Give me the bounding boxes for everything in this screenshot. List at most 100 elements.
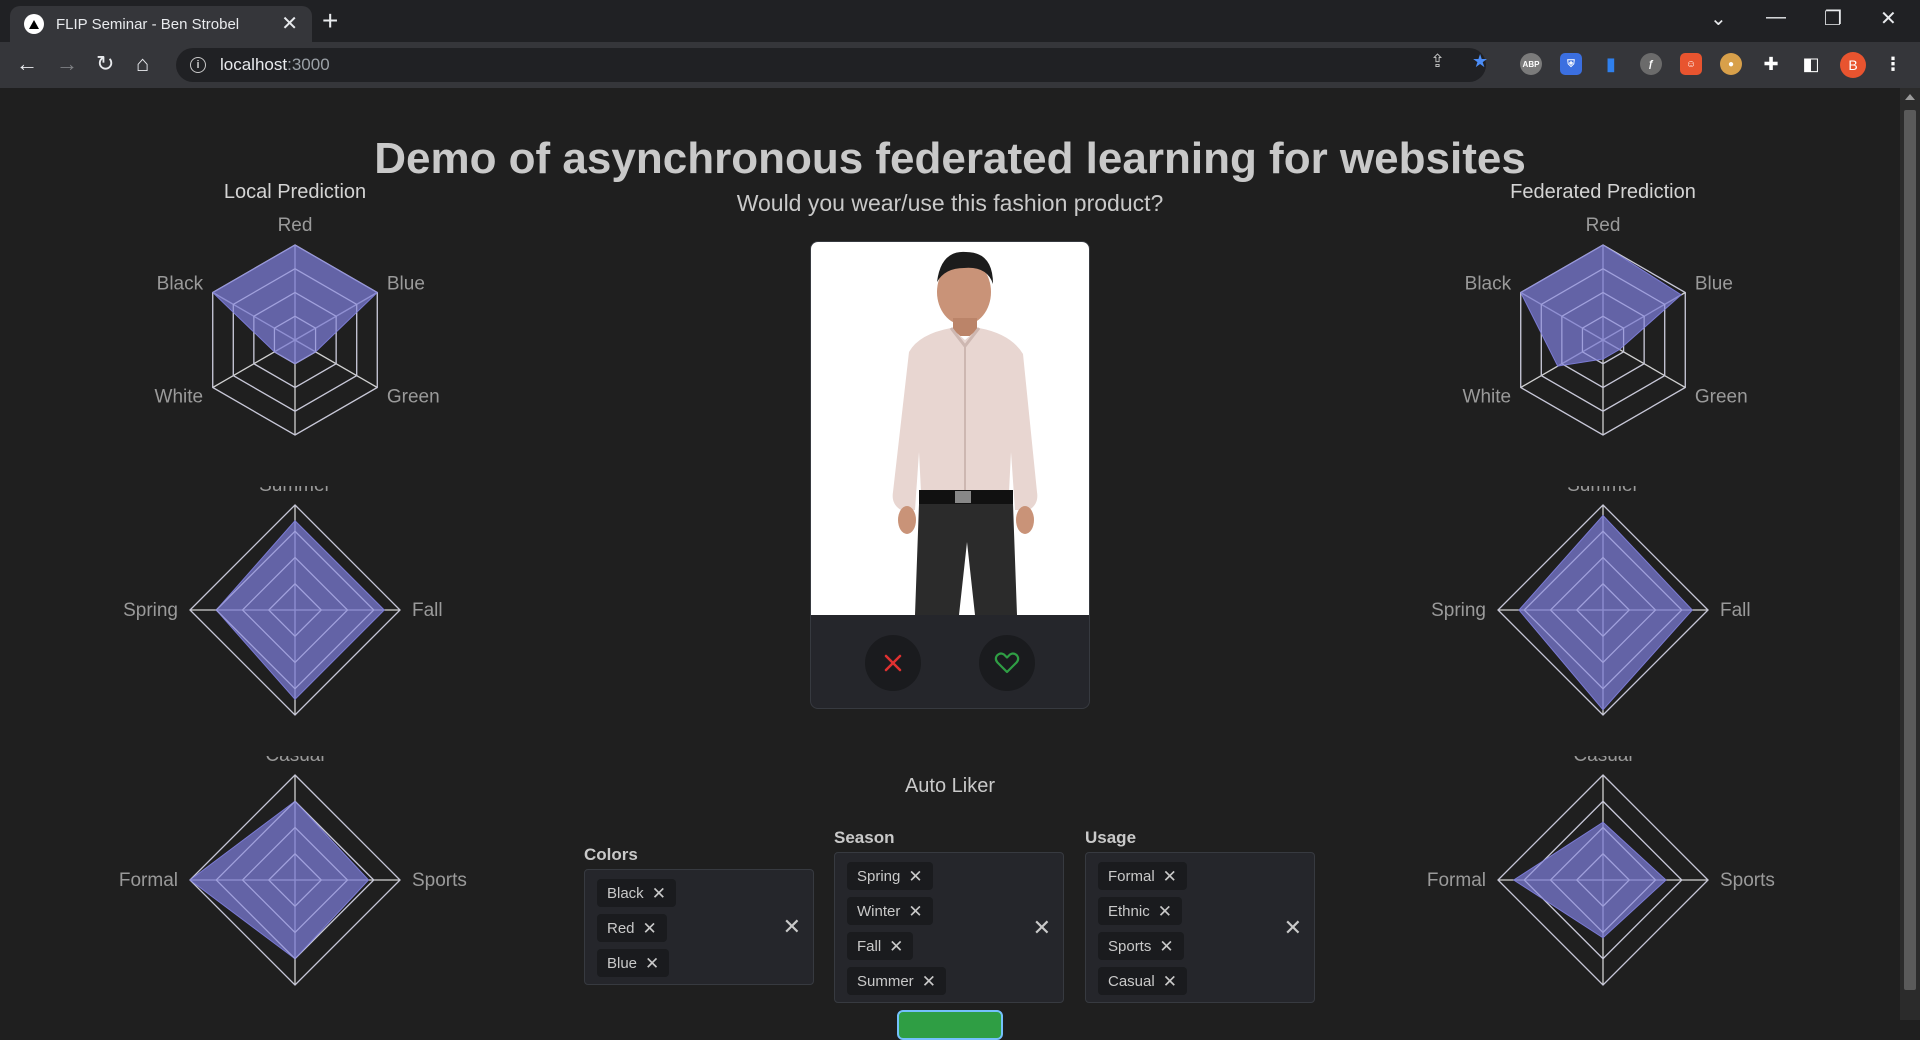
usage-label: Usage [1085, 828, 1137, 847]
remove-chip-icon[interactable]: ✕ [645, 955, 659, 972]
trello-extension-icon[interactable]: ▮ [1600, 53, 1622, 75]
radar-axis-label: Fall [1720, 600, 1751, 621]
cookie-extension-icon[interactable]: ● [1720, 53, 1742, 75]
address-bar[interactable]: i localhost:3000 [176, 48, 1486, 82]
radar-axis-label: Spring [1431, 600, 1486, 621]
adblock-extension-icon[interactable]: ABP [1520, 53, 1542, 75]
chip: Sports ✕ [1098, 932, 1184, 960]
page-title: Demo of asynchronous federated learning … [374, 134, 1526, 183]
profile-avatar[interactable]: B [1840, 52, 1866, 78]
site-info-icon[interactable]: i [190, 57, 206, 73]
colors-multiselect[interactable]: Black ✕ Red ✕ Blue ✕ ✕ [584, 869, 814, 985]
radar-axis-label: Red [278, 216, 313, 236]
vercel-favicon-icon [24, 14, 44, 34]
person-extension-icon[interactable]: ☺ [1680, 53, 1702, 75]
menu-kebab-icon[interactable]: ⋮ [1882, 53, 1904, 75]
scrollbar-thumb[interactable] [1904, 110, 1916, 990]
remove-chip-icon[interactable]: ✕ [1158, 903, 1172, 920]
radar-axis-label: Casual [265, 756, 324, 766]
home-icon[interactable]: ⌂ [136, 52, 149, 76]
restore-icon[interactable]: ❐ [1824, 6, 1842, 31]
product-image [811, 242, 1089, 615]
radar-axis-label: Black [157, 274, 204, 295]
chip: Ethnic ✕ [1098, 897, 1182, 925]
radar-axis-label: Spring [123, 600, 178, 621]
season-multiselect[interactable]: Spring ✕ Winter ✕ Fall ✕ Summer ✕ ✕ [834, 852, 1064, 1003]
url-text: localhost:3000 [220, 55, 330, 74]
remove-chip-icon[interactable]: ✕ [643, 920, 657, 937]
share-icon[interactable]: ⇪ [1430, 51, 1445, 72]
radar-axis-label: White [1463, 387, 1512, 408]
remove-chip-icon[interactable]: ✕ [908, 868, 922, 885]
like-button[interactable] [979, 634, 1035, 691]
auto-like-submit-button[interactable] [897, 1010, 1003, 1040]
usage-multiselect[interactable]: Formal ✕ Ethnic ✕ Sports ✕ Casual ✕ ✕ [1085, 852, 1315, 1003]
chip: Red ✕ [597, 914, 667, 942]
season-label: Season [834, 828, 895, 847]
back-icon[interactable]: ← [16, 52, 38, 76]
script-extension-icon[interactable]: ƒ [1640, 53, 1662, 75]
remove-chip-icon[interactable]: ✕ [889, 938, 903, 955]
remove-chip-icon[interactable]: ✕ [652, 885, 666, 902]
heart-icon [994, 651, 1020, 673]
close-tab-icon[interactable]: ✕ [281, 14, 298, 34]
tab-search-icon[interactable]: ⌄ [1710, 6, 1727, 31]
remove-chip-icon[interactable]: ✕ [908, 903, 922, 920]
clear-usage-icon[interactable]: ✕ [1284, 915, 1302, 941]
dislike-button[interactable] [865, 634, 921, 691]
colors-label: Colors [584, 845, 638, 864]
federated-season-radar-chart: SummerFallWinterSpring [1431, 486, 1751, 716]
clear-colors-icon[interactable]: ✕ [783, 914, 801, 940]
dislike-x-icon [884, 654, 902, 671]
bitwarden-extension-icon[interactable]: ⛨ [1560, 53, 1582, 75]
product-card [810, 241, 1090, 709]
page-scrollbar[interactable] [1900, 88, 1920, 1020]
radar-axis-label: Summer [1567, 486, 1639, 496]
radar-axis-label: Sports [412, 870, 467, 891]
minimize-icon[interactable]: — [1766, 6, 1786, 29]
remove-chip-icon[interactable]: ✕ [1163, 973, 1177, 990]
local-color-radar-chart: RedBlueGreenYellowWhiteBlack [155, 216, 440, 436]
browser-tab[interactable]: FLIP Seminar - Ben Strobel ✕ [10, 6, 312, 42]
card-actions [811, 615, 1089, 708]
chip: Summer ✕ [847, 967, 946, 995]
chip: Black ✕ [597, 879, 676, 907]
tab-title: FLIP Seminar - Ben Strobel [56, 15, 240, 33]
browser-tabbar: FLIP Seminar - Ben Strobel ✕ + ⌄ — ❐ ✕ [0, 0, 1920, 42]
radar-axis-label: Green [1695, 387, 1748, 408]
remove-chip-icon[interactable]: ✕ [1159, 938, 1173, 955]
chip: Formal ✕ [1098, 862, 1187, 890]
radar-axis-label: Formal [1427, 870, 1486, 891]
radar-series-area [1520, 244, 1682, 367]
radar-axis-label: Red [1586, 216, 1621, 236]
radar-axis-label: Blue [1695, 274, 1733, 295]
bookmark-star-icon[interactable]: ★ [1472, 51, 1488, 72]
chip: Fall ✕ [847, 932, 914, 960]
chip: Spring ✕ [847, 862, 933, 890]
federated-color-radar-chart: RedBlueGreenYellowWhiteBlack [1463, 216, 1748, 436]
radar-series-area [1512, 821, 1667, 939]
close-window-icon[interactable]: ✕ [1880, 6, 1897, 31]
radar-axis-label: Green [387, 387, 440, 408]
radar-axis-label: Black [1465, 274, 1512, 295]
radar-axis-label: Formal [119, 870, 178, 891]
shirt-model-illustration [892, 251, 1038, 615]
side-panel-icon[interactable]: ◧ [1800, 53, 1822, 75]
radar-axis-label: Summer [259, 486, 331, 496]
clear-season-icon[interactable]: ✕ [1033, 915, 1051, 941]
radar-series-area [1518, 514, 1693, 711]
forward-icon[interactable]: → [56, 52, 78, 76]
scroll-up-icon[interactable] [1905, 94, 1915, 100]
extensions-puzzle-icon[interactable]: ✚ [1760, 53, 1782, 75]
radar-axis-label: Casual [1573, 756, 1632, 766]
chip: Blue ✕ [597, 949, 670, 977]
remove-chip-icon[interactable]: ✕ [922, 973, 936, 990]
radar-series-area [211, 244, 379, 365]
chip: Casual ✕ [1098, 967, 1187, 995]
reload-icon[interactable]: ↻ [96, 52, 114, 76]
remove-chip-icon[interactable]: ✕ [1163, 868, 1177, 885]
browser-toolbar: ← → ↻ ⌂ i localhost:3000 ⇪ ★ ABP ⛨ ▮ ƒ ☺… [0, 42, 1920, 88]
new-tab-icon[interactable]: + [322, 6, 338, 36]
chip: Winter ✕ [847, 897, 933, 925]
radar-axis-label: Fall [412, 600, 443, 621]
